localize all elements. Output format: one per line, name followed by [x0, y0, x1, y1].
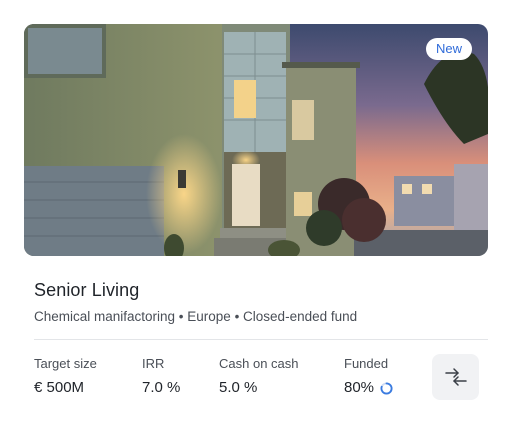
- fund-subtitle: Chemical manifactoring • Europe • Closed…: [34, 309, 358, 324]
- property-photo: New: [24, 24, 488, 256]
- stat-cash-on-cash: Cash on cash 5.0 %: [219, 356, 299, 397]
- stat-target-size: Target size € 500M: [34, 356, 97, 397]
- stat-funded-value: 80%: [344, 379, 393, 397]
- stat-irr: IRR 7.0 %: [142, 356, 180, 397]
- stat-label: Target size: [34, 356, 97, 371]
- fund-title: Senior Living: [34, 280, 140, 300]
- funded-percent: 80%: [344, 379, 375, 396]
- new-badge: New: [425, 38, 472, 60]
- stat-value: € 500M: [34, 379, 85, 396]
- stat-funded: Funded 80%: [344, 356, 393, 397]
- divider: [34, 339, 488, 340]
- stat-label: Funded: [344, 356, 389, 371]
- progress-ring-icon: [380, 381, 393, 395]
- fund-card[interactable]: New Senior Living Chemical manifactoring…: [24, 24, 488, 400]
- stat-value: 5.0 %: [219, 379, 258, 396]
- stat-label: IRR: [142, 356, 165, 371]
- stat-value: 7.0 %: [142, 379, 181, 396]
- compare-button[interactable]: [432, 354, 479, 400]
- stat-label: Cash on cash: [219, 356, 299, 371]
- compare-arrows-icon: [444, 368, 467, 386]
